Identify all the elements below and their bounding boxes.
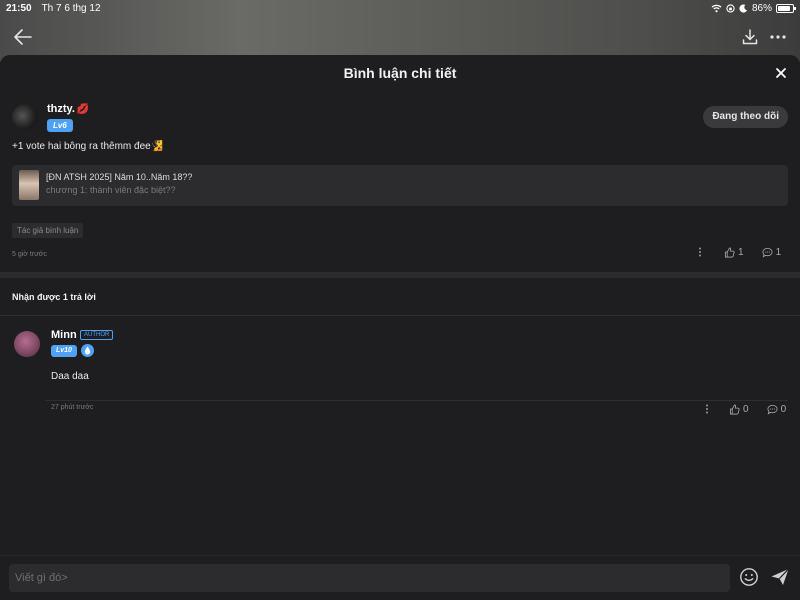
like-button[interactable]: 1	[724, 247, 744, 258]
sheet-title: Bình luận chi tiết	[343, 65, 457, 81]
level-badge: Lv6	[47, 119, 73, 132]
comment-text-content: +1 vote hai bông ra thêmm đee	[12, 141, 151, 152]
reply-button[interactable]: 0	[767, 403, 787, 415]
reply-text: Daa daa	[51, 371, 89, 382]
moon-icon	[739, 3, 748, 13]
reply-bubble-icon	[762, 247, 773, 258]
section-divider	[0, 272, 800, 278]
follow-button[interactable]: Đang theo dõi	[703, 106, 788, 128]
battery-fill	[778, 5, 791, 11]
battery-icon	[776, 3, 796, 13]
divider	[45, 400, 788, 401]
status-date: Th 7 6 thg 12	[41, 2, 101, 14]
reply-author-name[interactable]: Minn	[51, 329, 77, 341]
back-arrow-icon[interactable]	[12, 26, 34, 48]
status-indicators: 86%	[711, 2, 796, 14]
avatar[interactable]	[14, 331, 40, 357]
drop-icon	[81, 344, 94, 357]
sheet-header: Bình luận chi tiết	[0, 55, 800, 93]
story-chapter: chương 1: thành viên đặc biệt??	[46, 185, 176, 195]
close-icon[interactable]	[774, 66, 788, 80]
comment-composer	[0, 555, 800, 600]
like-icon	[729, 404, 740, 414]
like-button[interactable]: 0	[729, 404, 749, 415]
battery-percent: 86%	[751, 2, 772, 14]
reply-bubble-icon	[767, 404, 778, 415]
comment-input[interactable]	[9, 564, 730, 592]
user-name-text: thzty.	[47, 103, 75, 115]
reply-actions: 0 0	[703, 403, 786, 415]
comment-detail-sheet: Bình luận chi tiết thzty. 💋 Lv6 Đang theo…	[0, 55, 800, 600]
reply-timestamp: 27 phút trước	[51, 404, 94, 411]
reply-count: 1	[775, 246, 782, 258]
level-badge: Lv10	[51, 345, 77, 357]
avatar[interactable]	[12, 104, 38, 130]
like-icon	[724, 247, 735, 257]
wifi-icon	[711, 4, 722, 12]
like-count: 1	[738, 246, 744, 258]
heart-icon: 💋	[76, 104, 90, 115]
author-badge: AUTHOR	[80, 330, 114, 340]
send-icon[interactable]	[770, 567, 790, 587]
emoji-icon[interactable]	[739, 567, 759, 587]
reply-button[interactable]: 1	[762, 246, 782, 258]
comment-actions: 1 1	[696, 246, 781, 258]
more-vertical-icon[interactable]	[696, 246, 704, 258]
story-title: [ĐN ATSH 2025] Năm 10..Năm 18??	[46, 172, 193, 182]
author-comment-tag: Tác giả bình luận	[12, 223, 84, 238]
download-icon[interactable]	[740, 27, 760, 47]
top-nav	[0, 22, 800, 52]
divider	[0, 315, 800, 316]
replies-count-heading: Nhận được 1 trả lời	[12, 292, 96, 302]
status-time: 21:50	[6, 2, 32, 14]
comment-author-name[interactable]: thzty. 💋	[47, 103, 89, 115]
reply-count: 0	[780, 403, 787, 415]
like-count: 0	[743, 403, 749, 415]
lock-rotation-icon	[726, 3, 735, 13]
person-emoji-icon: 🧏	[150, 141, 164, 152]
comment-timestamp: 5 giờ trước	[12, 251, 47, 258]
story-cover-image	[19, 170, 39, 200]
story-card[interactable]: [ĐN ATSH 2025] Năm 10..Năm 18?? chương 1…	[12, 165, 788, 206]
more-vertical-icon[interactable]	[703, 403, 711, 415]
status-bar: 21:50 Th 7 6 thg 12 86%	[0, 0, 800, 16]
more-icon[interactable]	[768, 27, 788, 47]
comment-text: +1 vote hai bông ra thêmm đee🧏	[12, 141, 163, 152]
